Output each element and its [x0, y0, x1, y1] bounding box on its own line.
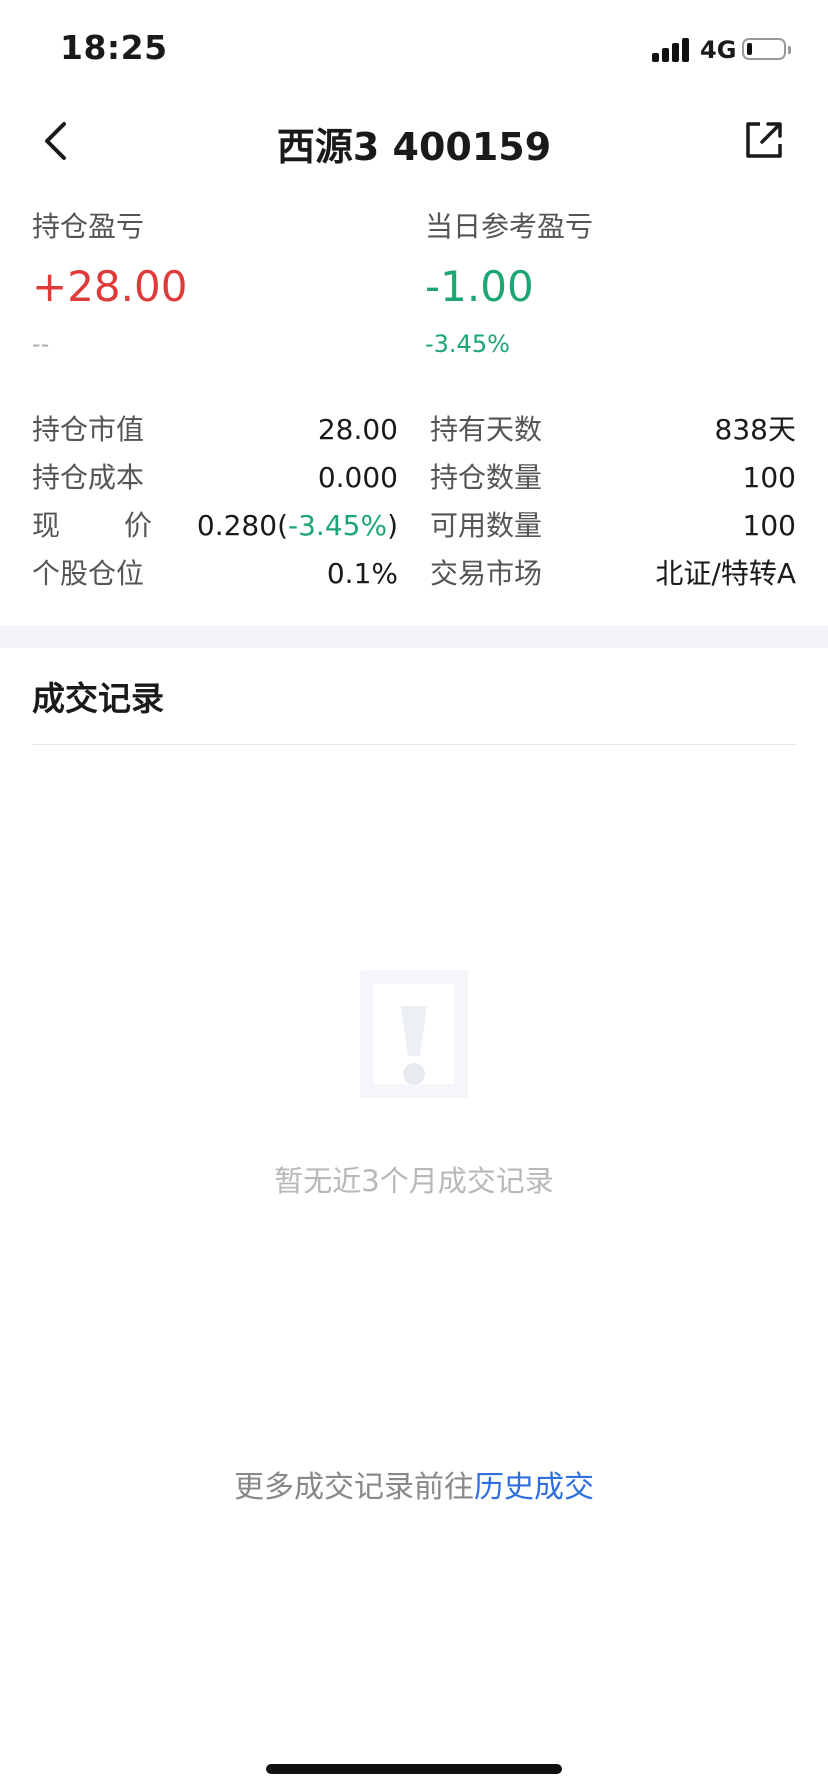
detail-row: 个股仓位 0.1% 交易市场 北证/特转A	[0, 554, 828, 594]
section-divider	[0, 626, 828, 648]
available-label: 可用数量	[430, 509, 543, 542]
available-value: 100	[742, 509, 796, 542]
price-label-char: 价	[123, 509, 152, 542]
position-detail-page: 18:25 4G 西源3 400159 持仓盈亏 +28.00 -- 当日参考盈…	[0, 0, 828, 1792]
trade-records-title: 成交记录	[32, 679, 164, 718]
position-ratio-label: 个股仓位	[32, 557, 145, 590]
home-indicator	[266, 1764, 562, 1774]
holding-days: 838天	[714, 413, 796, 446]
share-out-icon	[746, 122, 782, 158]
quantity-label: 持仓数量	[430, 461, 543, 494]
divider	[32, 744, 796, 745]
history-hint-text: 更多成交记录前往	[234, 1470, 474, 1505]
quantity-value: 100	[742, 461, 796, 494]
page-title: 西源3 400159	[276, 125, 552, 169]
price-change: -3.45%	[288, 509, 388, 542]
detail-row: 持仓成本 0.000 持仓数量 100	[0, 458, 828, 498]
price-value: 0.280(-3.45%)	[197, 506, 398, 546]
market-value-label: 持仓市值	[32, 413, 145, 446]
status-bar: 18:25 4G	[0, 0, 828, 96]
holding-days-label: 持有天数	[430, 413, 543, 446]
market-value: 28.00	[317, 413, 398, 446]
empty-notice-icon	[360, 970, 468, 1098]
history-hint: 更多成交记录前往历史成交	[0, 1462, 828, 1506]
detail-row: 持仓市值 28.00 持有天数 838天	[0, 410, 828, 450]
status-time: 18:25	[60, 28, 168, 67]
holding-pnl-value: +28.00	[32, 262, 188, 311]
signal-icon	[652, 36, 692, 62]
current-price: 0.280	[196, 509, 278, 542]
market-label: 交易市场	[430, 557, 543, 590]
cost-label: 持仓成本	[32, 461, 145, 494]
network-type: 4G	[700, 36, 737, 64]
holding-pnl-label: 持仓盈亏	[32, 210, 145, 243]
share-button[interactable]	[736, 112, 792, 168]
nav-bar: 西源3 400159	[0, 96, 828, 186]
price-label: 现 价	[32, 506, 152, 546]
history-trades-link[interactable]: 历史成交	[474, 1470, 594, 1505]
market-value-text: 北证/特转A	[655, 557, 796, 590]
detail-row: 现 价 0.280(-3.45%) 可用数量 100	[0, 506, 828, 546]
position-ratio-value: 0.1%	[326, 557, 398, 590]
daily-pnl-pct: -3.45%	[425, 330, 510, 358]
daily-pnl-label: 当日参考盈亏	[425, 210, 594, 243]
battery-icon	[742, 38, 791, 60]
empty-state-text: 暂无近3个月成交记录	[274, 1164, 554, 1198]
daily-pnl-value: -1.00	[425, 262, 534, 311]
cost-value: 0.000	[317, 461, 398, 494]
price-paren-open: (	[277, 509, 288, 542]
price-label-char: 现	[32, 509, 61, 542]
holding-pnl-sub: --	[32, 330, 50, 358]
price-paren-close: )	[387, 509, 398, 542]
